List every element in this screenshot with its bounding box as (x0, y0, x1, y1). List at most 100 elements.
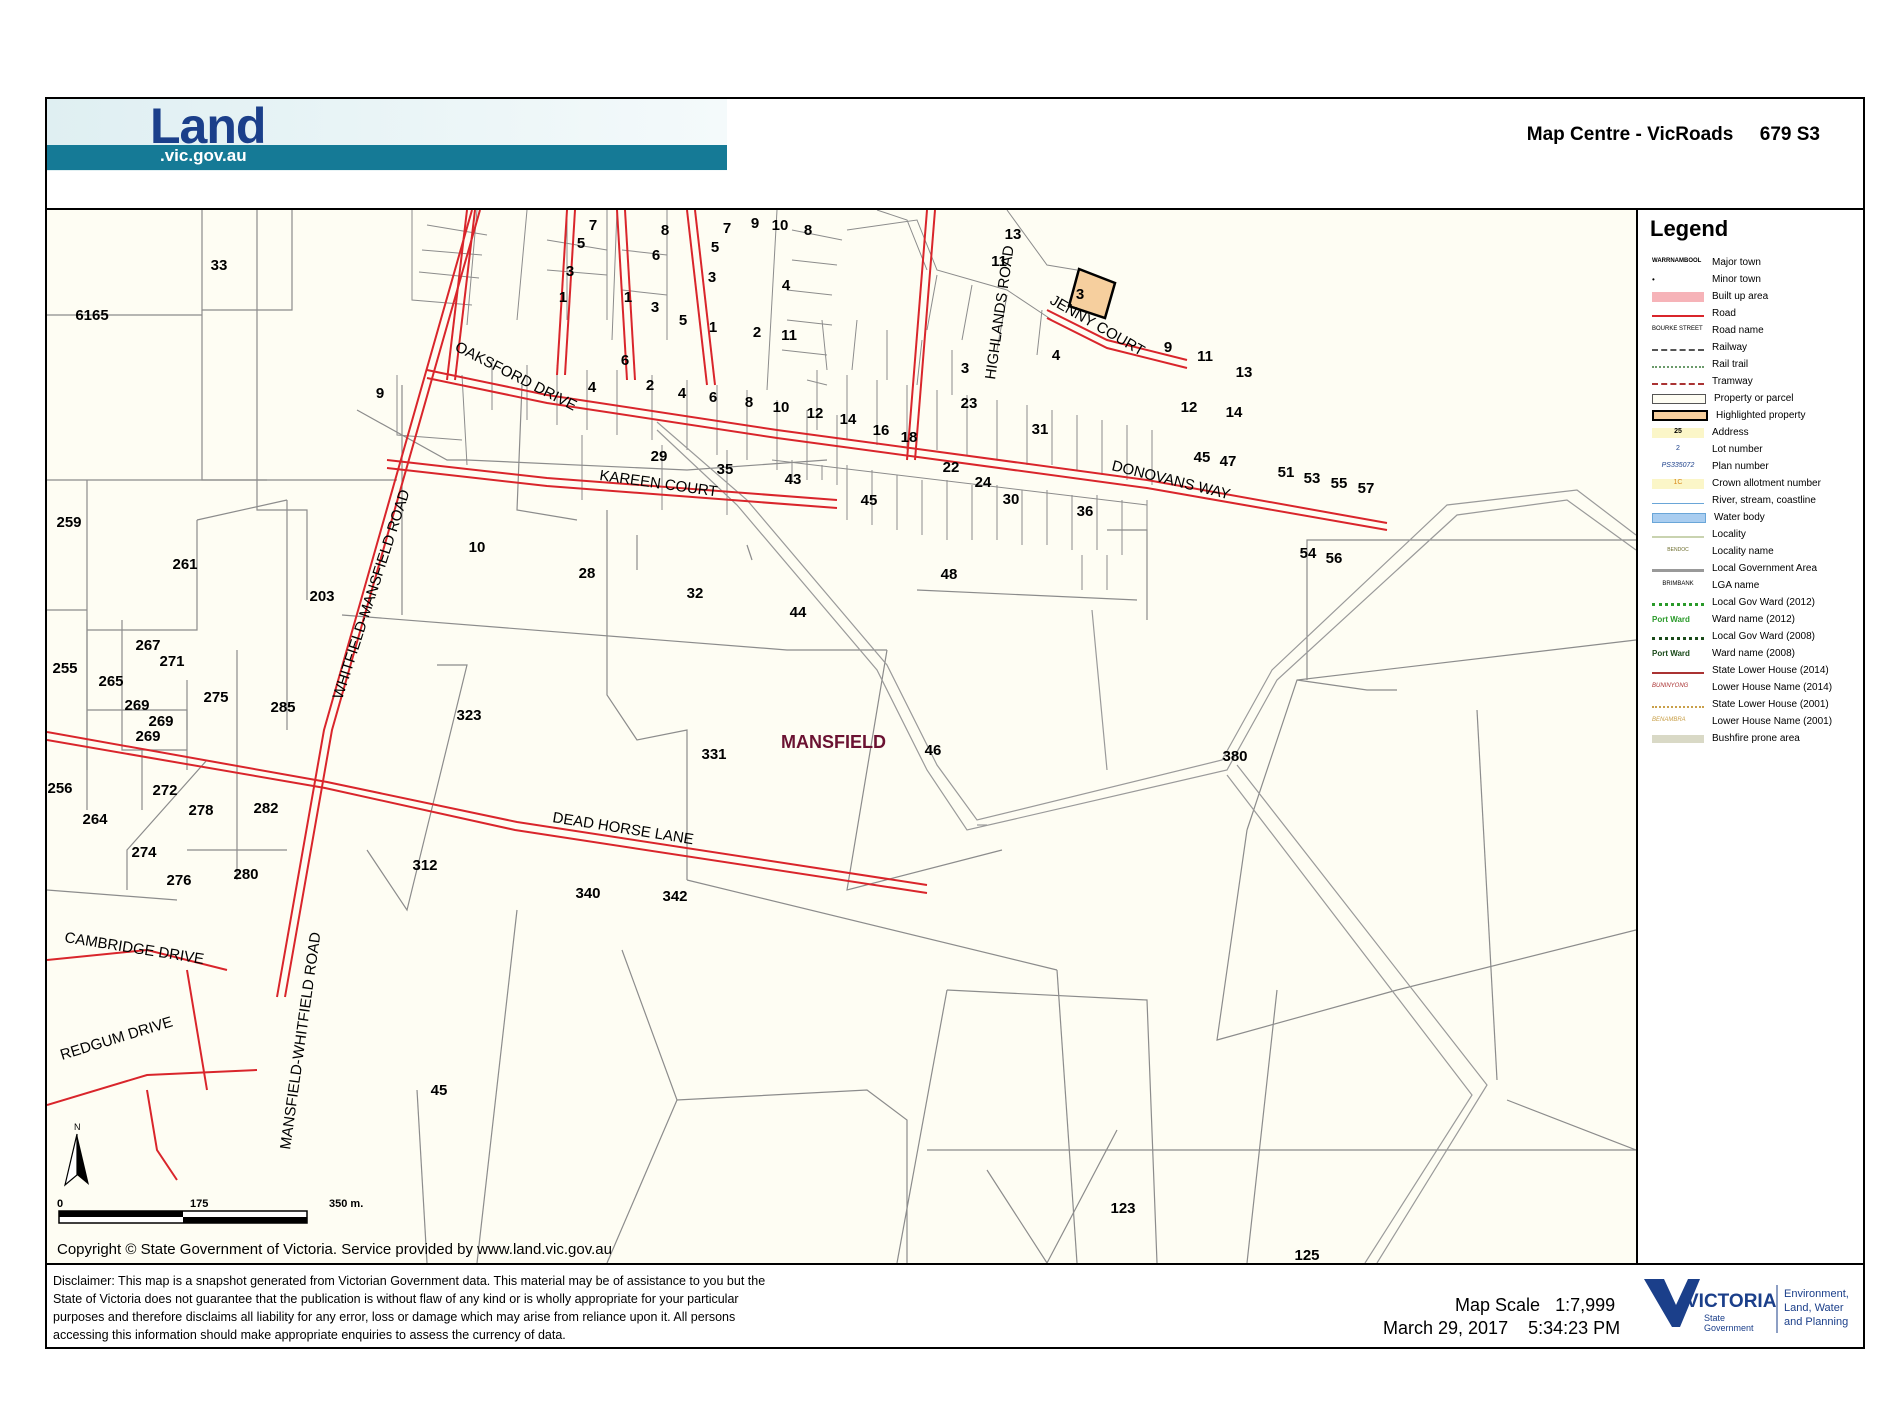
map-scale-label: Map Scale (1455, 1295, 1541, 1315)
parcel-number: 22 (943, 459, 960, 476)
parcel-number: 32 (687, 585, 704, 602)
parcel-number: 3 (961, 360, 969, 377)
scale-tick-0: 0 (57, 1198, 63, 1210)
legend-item: 2 Lot number (1652, 441, 1832, 458)
parcel-number: 312 (412, 857, 437, 874)
lot-number-symbol: 2 (1676, 444, 1680, 452)
railway-symbol (1652, 344, 1704, 351)
map-canvas[interactable]: WHITFIELD-MANSFIELD ROAD MANSFIELD-WHITF… (47, 210, 1636, 1263)
locality-symbol (1652, 531, 1704, 538)
parcel-number: 5 (577, 235, 585, 252)
parcel-number: 57 (1358, 480, 1375, 497)
parcel-number: 255 (52, 660, 77, 677)
parcel-number: 10 (772, 217, 789, 234)
parcel-number: 275 (203, 689, 228, 706)
parcel-number: 28 (579, 565, 596, 582)
dept-line-3: and Planning (1784, 1316, 1848, 1328)
victoria-government-logo[interactable]: VICTORIA State Government Environment, L… (1642, 1275, 1857, 1341)
legend-panel: Legend WARRNAMBOOL Major town • Minor town… (1636, 210, 1863, 1263)
legend-label: Minor town (1712, 274, 1761, 285)
legend-item: PS335072 Plan number (1652, 458, 1832, 475)
locality-name-symbol: BENDOC (1667, 546, 1689, 553)
parcel-number: 6165 (75, 307, 108, 324)
legend-label: State Lower House (2001) (1712, 699, 1829, 710)
parcel-number: 4 (588, 379, 597, 396)
map-labels: WHITFIELD-MANSFIELD ROAD MANSFIELD-WHITF… (47, 215, 1374, 1263)
legend-item: BOURKE STREET Road name (1652, 322, 1832, 339)
river-symbol (1652, 498, 1704, 504)
parcel-number: 259 (56, 514, 81, 531)
parcel-number: 264 (82, 811, 108, 828)
road-label-redgum-drive: REDGUM DRIVE (58, 1013, 175, 1063)
parcel-number: 125 (1294, 1247, 1319, 1263)
parcel-number: 13 (1236, 364, 1253, 381)
parcel-number: 8 (661, 222, 669, 239)
parcel-number: 6 (709, 389, 717, 406)
parcel-numbers: 33 6165 9 259 261 203 255 267 271 265 26… (47, 215, 1374, 1263)
parcel-number: 8 (804, 222, 812, 239)
road-symbol (1652, 310, 1704, 317)
parcel-number: 13 (1005, 226, 1022, 243)
timestamp: March 29, 2017 5:34:23 PM (1383, 1318, 1620, 1339)
locality-label: MANSFIELD (781, 732, 886, 752)
parcel-number: 14 (840, 411, 857, 428)
parcel-number: 7 (723, 220, 731, 237)
parcel-number: 285 (270, 699, 295, 716)
legend-label: Locality name (1712, 546, 1774, 557)
parcel-number: 256 (47, 780, 72, 797)
footer: Disclaimer: This map is a snapshot gener… (45, 1263, 1865, 1349)
parcel-number: 342 (662, 888, 687, 905)
parcel-number: 2 (646, 377, 654, 394)
crown-allotment-symbol: 1C (1652, 478, 1704, 489)
legend-item: BRIMBANK LGA name (1652, 577, 1832, 594)
parcel-number: 47 (1220, 453, 1237, 470)
lower-house-name-2001-symbol: BENAMBRA (1652, 716, 1686, 723)
road-label-cambridge-drive: CAMBRIDGE DRIVE (63, 929, 205, 968)
victoria-logo-state: State (1704, 1313, 1725, 1323)
scale-bar-segment (183, 1217, 307, 1223)
lga-name-symbol: BRIMBANK (1662, 580, 1694, 587)
legend-item: Local Gov Ward (2008) (1652, 628, 1832, 645)
parcel-number: 5 (711, 239, 719, 256)
road-name-symbol: BOURKE STREET (1652, 325, 1703, 332)
parcel-number: 4 (678, 385, 687, 402)
parcel-number: 269 (124, 697, 149, 714)
legend-item: Tramway (1652, 373, 1832, 390)
legend-item: 1C Crown allotment number (1652, 475, 1832, 492)
scale-tick-350: 350 m. (329, 1198, 363, 1210)
parcel-number: 8 (745, 394, 753, 411)
legend-label: Local Gov Ward (2012) (1712, 597, 1816, 608)
legend-label: Local Government Area (1712, 563, 1818, 574)
parcel-number: 16 (873, 422, 890, 439)
legend-label: Lower House Name (2014) (1712, 682, 1833, 693)
highlighted-property-symbol (1652, 410, 1708, 421)
parcel-number: 46 (925, 742, 942, 759)
legend-label: Locality (1712, 529, 1746, 540)
parcel-number: 33 (211, 257, 228, 274)
time-value: 5:34:23 PM (1528, 1318, 1621, 1338)
legend-item: Railway (1652, 339, 1832, 356)
legend-list: WARRNAMBOOL Major town • Minor town Built … (1652, 254, 1832, 747)
road-label-mansfield-whitfield: MANSFIELD-WHITFIELD ROAD (277, 931, 324, 1151)
built-up-area-symbol (1652, 291, 1704, 302)
parcel-number: 272 (152, 782, 177, 799)
legend-label: Lot number (1712, 444, 1763, 455)
water-body-symbol (1652, 512, 1706, 523)
parcel-number: 31 (1032, 421, 1049, 438)
legend-item: Property or parcel (1652, 390, 1832, 407)
legend-label: Road (1712, 308, 1736, 319)
legend-item: State Lower House (2014) (1652, 662, 1832, 679)
parcel-number: 44 (790, 604, 807, 621)
parcel-number: 1 (709, 319, 717, 336)
lower-house-name-2014-symbol: BUNINYONG (1652, 682, 1689, 689)
road-label-whitfield-mansfield: WHITFIELD-MANSFIELD ROAD (330, 487, 414, 701)
land-logo-bar (47, 145, 727, 170)
plan-number-symbol: PS335072 (1661, 461, 1695, 469)
parcel-number: 271 (159, 653, 184, 670)
legend-item: State Lower House (2001) (1652, 696, 1832, 713)
legend-item: River, stream, coastline (1652, 492, 1832, 509)
legend-label: Property or parcel (1714, 393, 1794, 404)
parcel-number: 9 (376, 385, 384, 402)
legend-label: River, stream, coastline (1712, 495, 1816, 506)
parcel-number: 3 (566, 263, 574, 280)
